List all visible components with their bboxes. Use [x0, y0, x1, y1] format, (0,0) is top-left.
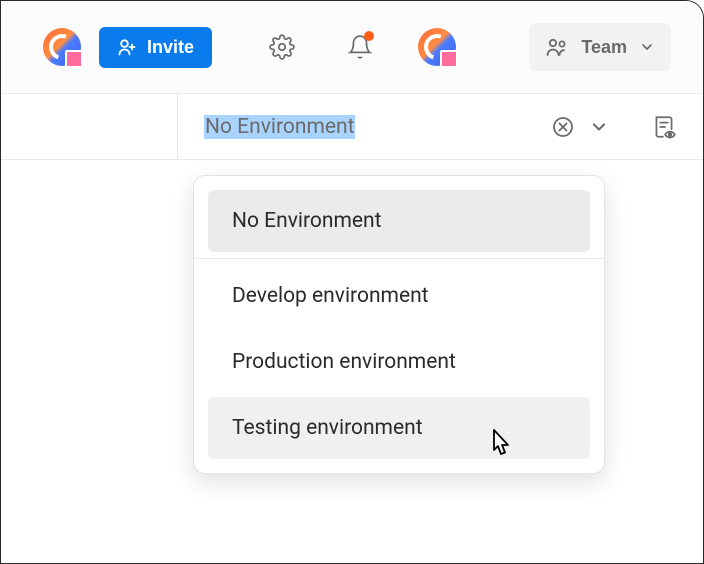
- menu-divider: [194, 258, 604, 259]
- environment-selected-value[interactable]: No Environment: [204, 115, 355, 139]
- user-avatar[interactable]: [418, 28, 456, 66]
- option-label: Production environment: [232, 350, 456, 374]
- option-label: Testing environment: [232, 416, 423, 440]
- environment-option-testing[interactable]: Testing environment: [208, 397, 590, 459]
- team-label: Team: [581, 37, 627, 58]
- option-label: No Environment: [232, 209, 381, 233]
- header-bar: Invite: [1, 1, 703, 94]
- notifications-button[interactable]: [340, 27, 380, 67]
- team-selector-button[interactable]: Team: [529, 23, 671, 71]
- invite-label: Invite: [147, 37, 194, 58]
- chevron-down-icon: [639, 39, 655, 55]
- settings-button[interactable]: [262, 27, 302, 67]
- invite-person-icon: [117, 37, 137, 57]
- environment-quick-look-button[interactable]: [651, 114, 677, 140]
- document-eye-icon: [651, 114, 677, 140]
- invite-button[interactable]: Invite: [99, 27, 212, 68]
- gear-icon: [269, 34, 295, 60]
- environment-option-production[interactable]: Production environment: [208, 331, 590, 393]
- notification-dot-icon: [364, 31, 374, 41]
- people-icon: [545, 35, 569, 59]
- environment-dropdown-menu: No Environment Develop environment Produ…: [193, 175, 605, 474]
- environment-option-none[interactable]: No Environment: [208, 190, 590, 252]
- close-circle-icon: [551, 115, 575, 139]
- option-label: Develop environment: [232, 284, 429, 308]
- environment-option-develop[interactable]: Develop environment: [208, 265, 590, 327]
- workspace-avatar[interactable]: [43, 28, 81, 66]
- vertical-divider: [177, 94, 178, 159]
- app-window: Invite: [0, 0, 704, 564]
- environment-dropdown-toggle[interactable]: [589, 117, 609, 137]
- chevron-down-icon: [589, 117, 609, 137]
- clear-environment-button[interactable]: [551, 115, 575, 139]
- secondary-bar: No Environment: [1, 94, 703, 160]
